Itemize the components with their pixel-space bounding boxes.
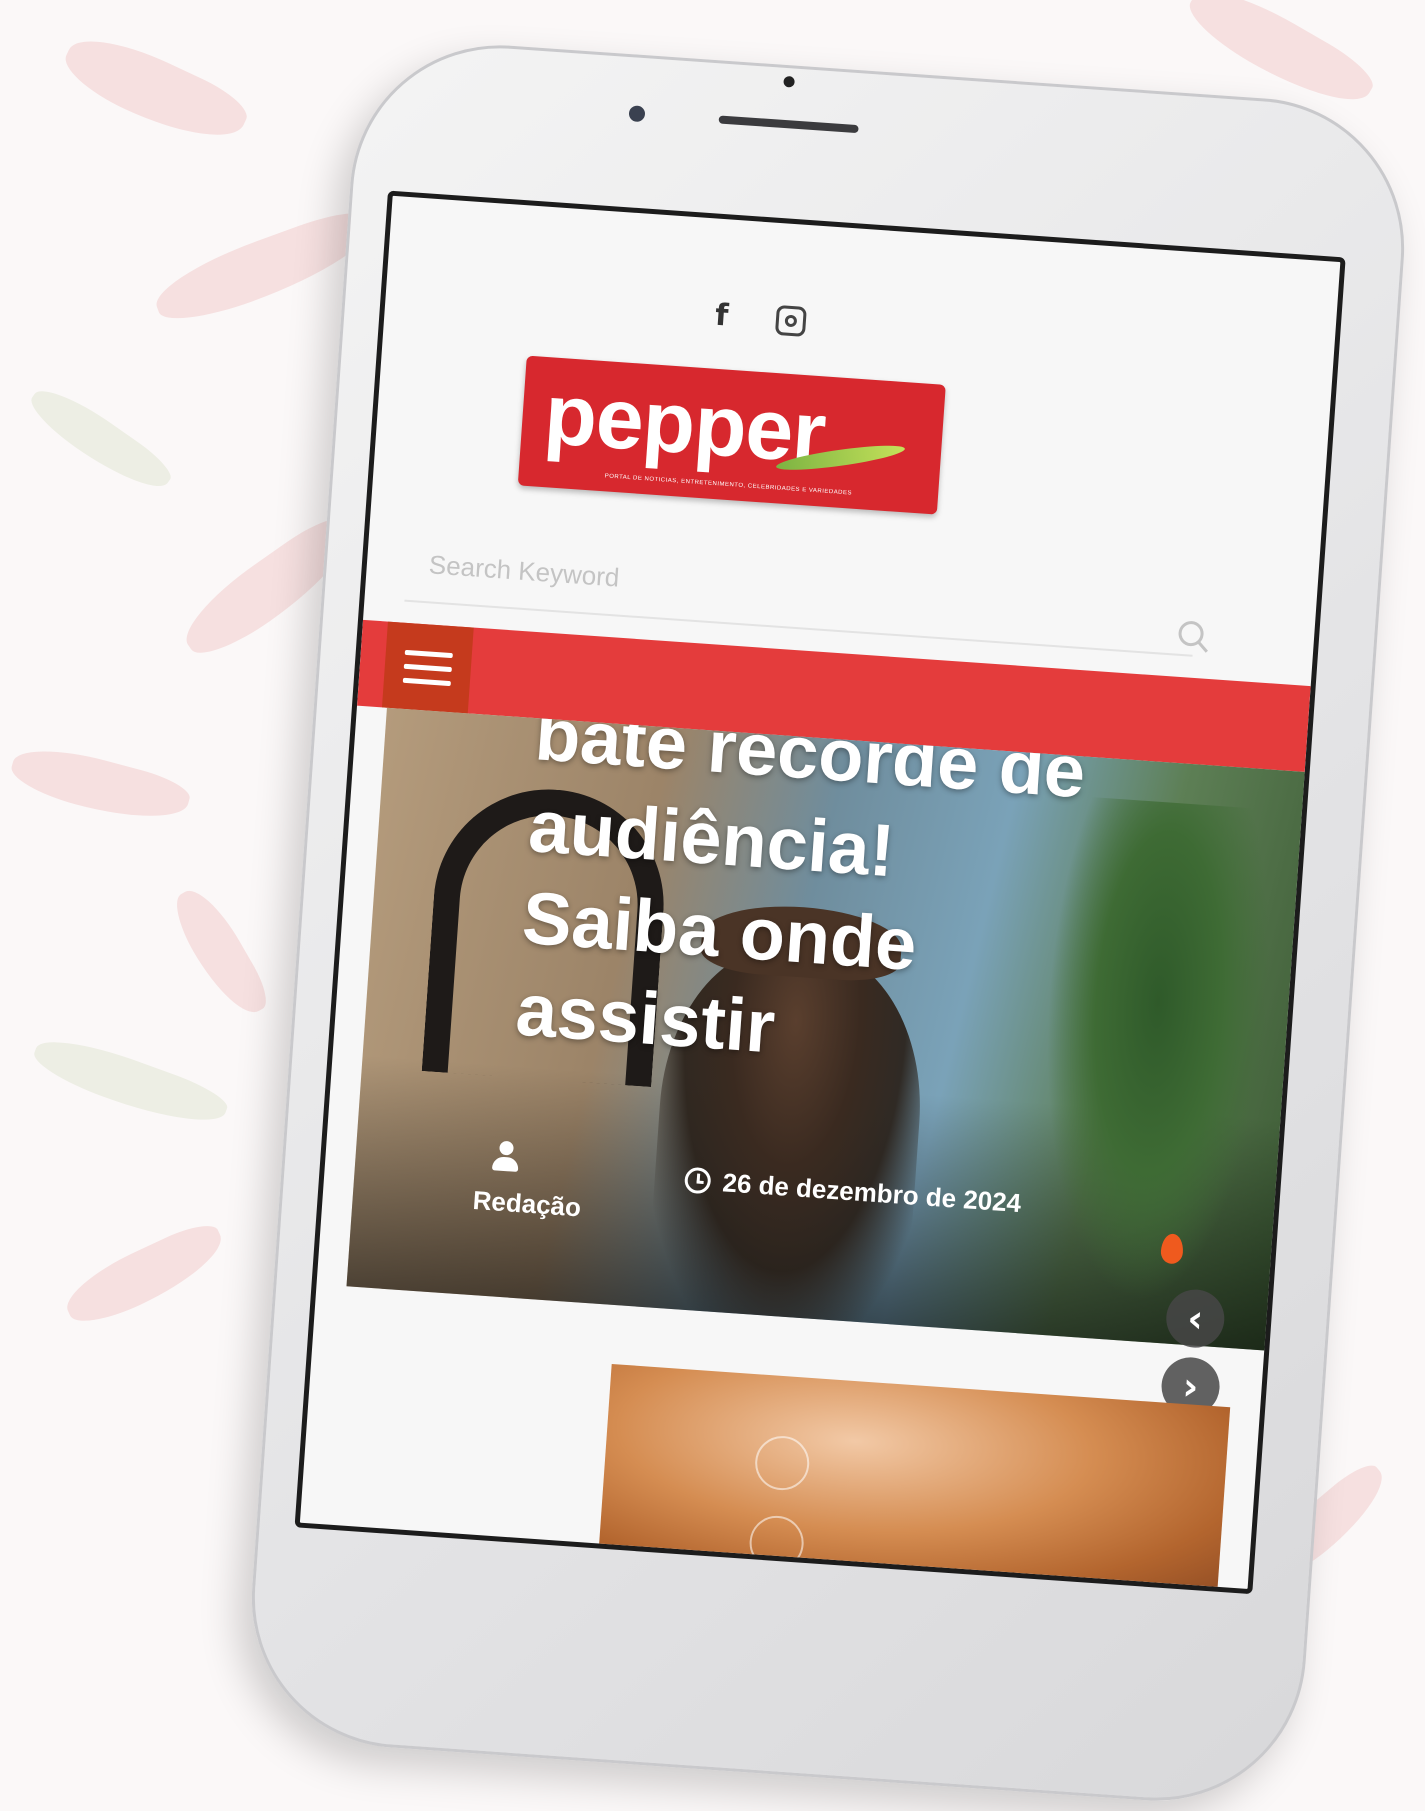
clock-icon [683,1166,712,1195]
site-logo[interactable]: pepper PORTAL DE NOTÍCIAS, ENTRETENIMENT… [517,355,946,515]
phone-screen: f pepper PORTAL DE NOTÍCIAS, ENTRETENIME… [294,190,1346,1595]
menu-button[interactable] [381,621,474,714]
hamburger-line [403,663,452,672]
share-icon[interactable] [753,1434,812,1492]
article-author[interactable]: Redação [472,1135,627,1226]
next-article-image[interactable] [597,1363,1231,1595]
hamburger-line [402,677,451,686]
phone-mockup: f pepper PORTAL DE NOTÍCIAS, ENTRETENIME… [241,35,1415,1811]
user-icon [485,1136,528,1179]
facebook-icon[interactable]: f [714,298,729,334]
phone-camera [628,105,646,123]
instagram-icon[interactable] [774,304,807,337]
search-icon[interactable] [1173,615,1216,658]
article-title[interactable]: bate recorde de audiência! Saiba onde as… [513,708,1237,1104]
featured-slide[interactable]: bate recorde de audiência! Saiba onde as… [346,707,1315,1352]
hamburger-line [404,649,453,658]
author-name: Redação [471,1184,582,1223]
phone-sensor [783,75,795,88]
phone-speaker [718,115,859,134]
social-links: f [714,298,807,337]
mail-icon[interactable] [747,1514,806,1572]
search-input[interactable] [425,543,1091,632]
